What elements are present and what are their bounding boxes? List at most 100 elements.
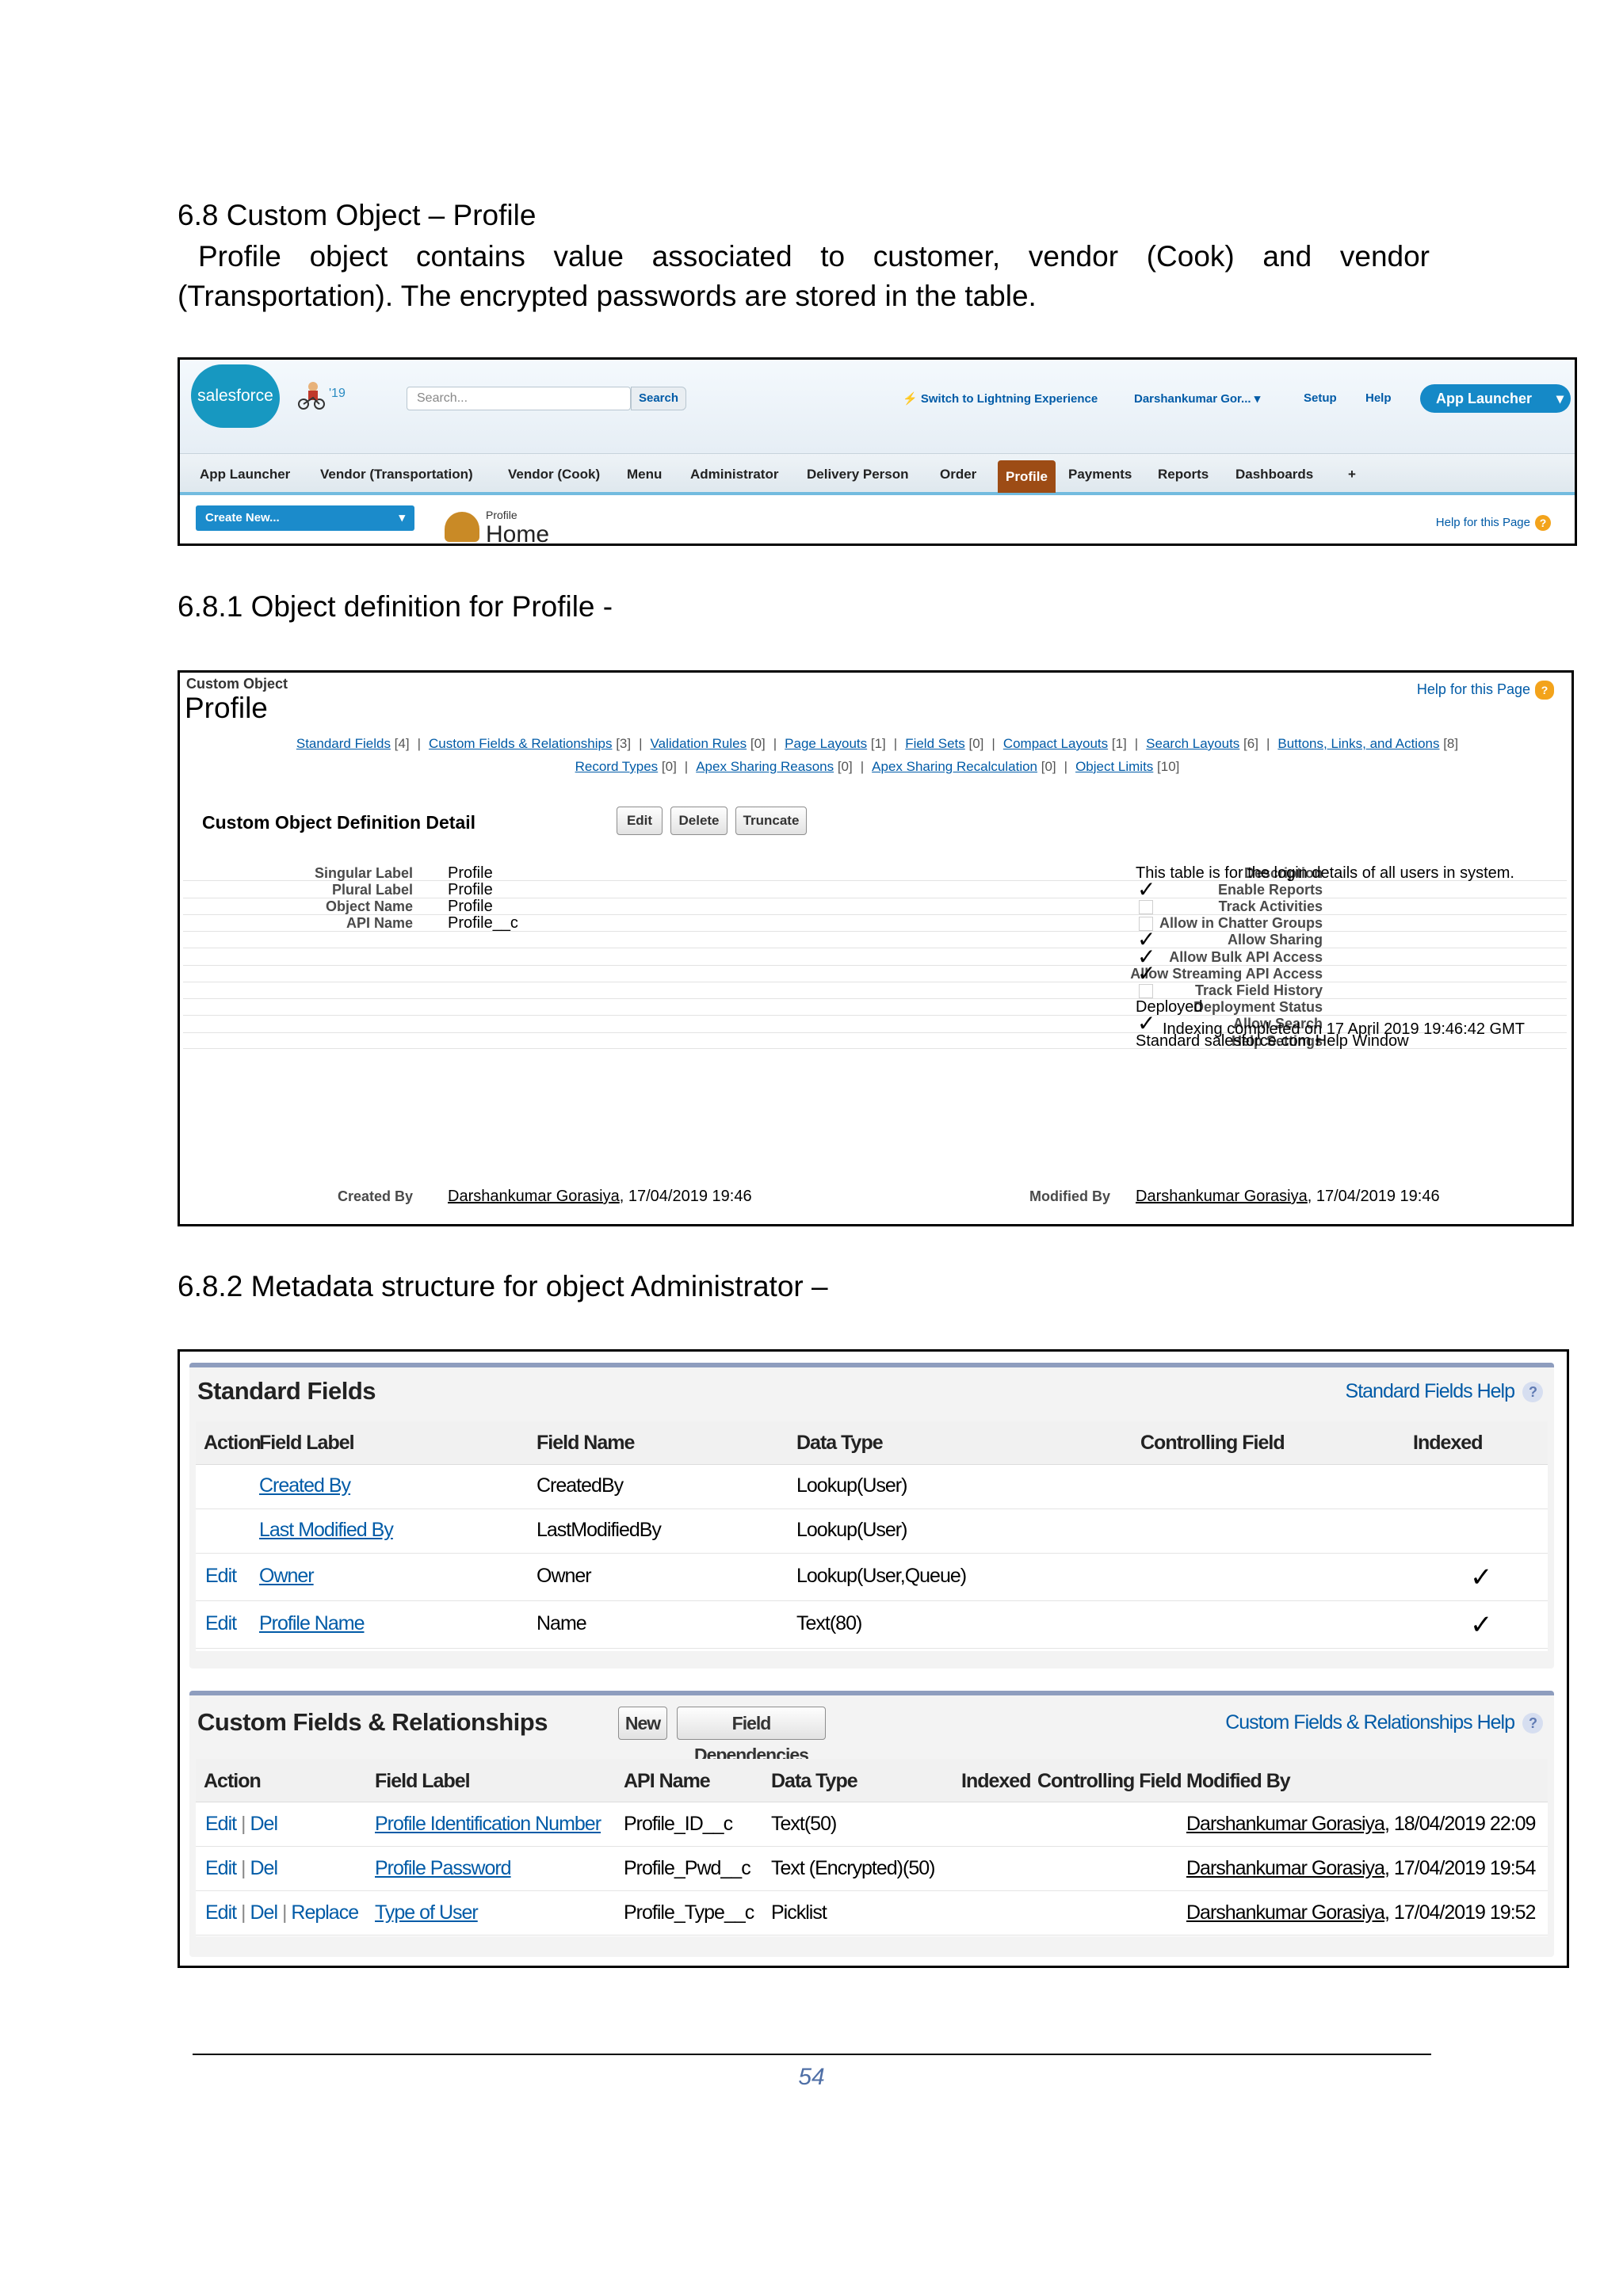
tab-bar: App Launcher Vendor (Transportation) Ven…: [180, 453, 1575, 495]
field-dependencies-button[interactable]: Field Dependencies: [677, 1707, 826, 1765]
checkmark-icon: ✓: [1137, 877, 1156, 902]
data-type: Picklist: [771, 1901, 827, 1924]
search-input[interactable]: Search...: [407, 387, 631, 410]
edit-link[interactable]: Edit: [205, 1813, 237, 1835]
tab-administrator[interactable]: Administrator: [690, 454, 778, 493]
field-value: Profile: [448, 881, 493, 898]
field-label-link[interactable]: Profile Name: [259, 1612, 365, 1635]
modified-by-label: Modified By: [1029, 1188, 1110, 1204]
data-type: Text(50): [771, 1813, 837, 1835]
related-link[interactable]: Standard Fields: [296, 736, 391, 751]
edit-link[interactable]: Edit: [205, 1565, 237, 1588]
object-definition-screenshot: Custom Object Profile Help for this Page…: [178, 670, 1574, 1226]
field-value: Profile__c: [448, 914, 518, 932]
modified-by-user-link[interactable]: Darshankumar Gorasiya: [1186, 1901, 1385, 1924]
create-new-dropdown[interactable]: Create New... ▾: [196, 505, 414, 531]
action-separator: |: [236, 1857, 250, 1879]
field-label: API Name: [346, 915, 413, 931]
standard-fields-help-link[interactable]: Standard Fields Help?: [1346, 1380, 1543, 1403]
help-for-page-link[interactable]: Help for this Page?: [1436, 515, 1551, 531]
tab-profile[interactable]: Profile: [998, 460, 1056, 493]
edit-link[interactable]: Edit: [205, 1857, 237, 1879]
tab-delivery-person[interactable]: Delivery Person: [807, 454, 909, 493]
row-actions: Edit | Del | Replace: [205, 1901, 359, 1924]
field-label-link[interactable]: Profile Identification Number: [375, 1813, 601, 1836]
related-link[interactable]: Buttons, Links, and Actions: [1277, 736, 1439, 751]
field-label-link[interactable]: Last Modified By: [259, 1519, 394, 1542]
help-for-page-link[interactable]: Help for this Page?: [1417, 681, 1554, 700]
related-link[interactable]: Object Limits: [1075, 759, 1153, 774]
link-separator: |: [1266, 736, 1270, 751]
field-label-link[interactable]: Type of User: [375, 1901, 479, 1924]
modified-by-user-link[interactable]: Darshankumar Gorasiya: [1186, 1813, 1385, 1835]
tab-menu[interactable]: Menu: [627, 454, 662, 493]
col-field-name: Field Name: [537, 1432, 635, 1454]
related-link[interactable]: Apex Sharing Recalculation: [872, 759, 1037, 774]
field-label: Singular Label: [314, 865, 413, 881]
related-link-count: [10]: [1153, 759, 1180, 774]
definition-row: [183, 1015, 1567, 1016]
user-menu[interactable]: Darshankumar Gor... ▾: [1134, 391, 1260, 406]
definition-row: [183, 998, 1567, 999]
field-label-link[interactable]: Owner: [259, 1565, 315, 1588]
new-field-button[interactable]: New: [618, 1707, 667, 1740]
table-header: Action Field Label Field Name Data Type …: [196, 1421, 1548, 1465]
related-link[interactable]: Record Types: [575, 759, 659, 774]
truncate-button[interactable]: Truncate: [735, 807, 807, 835]
related-link-count: [0]: [1037, 759, 1056, 774]
search-button[interactable]: Search: [631, 387, 686, 410]
chevron-down-icon: ▾: [1254, 392, 1261, 406]
tab-order[interactable]: Order: [940, 454, 976, 493]
salesforce-logo[interactable]: salesforce: [191, 364, 280, 428]
related-link[interactable]: Page Layouts: [785, 736, 867, 751]
tab-reports[interactable]: Reports: [1158, 454, 1209, 493]
tab-vendor-transportation[interactable]: Vendor (Transportation): [320, 454, 473, 493]
edit-link[interactable]: Edit: [205, 1612, 237, 1635]
col-data-type: Data Type: [771, 1770, 858, 1792]
tab-payments[interactable]: Payments: [1068, 454, 1132, 493]
modified-by: Darshankumar Gorasiya, 18/04/2019 22:09: [1186, 1813, 1536, 1836]
field-name: LastModifiedBy: [537, 1519, 662, 1541]
related-link-count: [3]: [612, 736, 632, 751]
modified-by-user-link[interactable]: Darshankumar Gorasiya: [1136, 1188, 1308, 1205]
data-type: Lookup(User): [796, 1474, 907, 1497]
app-launcher-button[interactable]: App Launcher ▾: [1420, 384, 1571, 413]
tab-app-launcher[interactable]: App Launcher: [200, 454, 290, 493]
field-label-link[interactable]: Profile Password: [375, 1857, 512, 1880]
modified-date: , 17/04/2019 19:52: [1384, 1901, 1537, 1924]
section-heading-6-8: 6.8 Custom Object – Profile: [178, 199, 537, 231]
field-label-link[interactable]: Created By: [259, 1474, 351, 1497]
related-link[interactable]: Field Sets: [905, 736, 965, 751]
related-link[interactable]: Search Layouts: [1146, 736, 1239, 751]
field-label: Plural Label: [331, 882, 413, 898]
del-link[interactable]: Del: [250, 1857, 278, 1879]
related-link[interactable]: Compact Layouts: [1003, 736, 1108, 751]
row-actions: Edit | Del: [205, 1813, 278, 1836]
related-link[interactable]: Apex Sharing Reasons: [696, 759, 834, 774]
paragraph-line-2: (Transportation). The encrypted password…: [178, 280, 1037, 312]
custom-fields-help-link[interactable]: Custom Fields & Relationships Help?: [1225, 1711, 1543, 1734]
detail-section-title: Custom Object Definition Detail: [202, 812, 476, 833]
delete-button[interactable]: Delete: [670, 807, 727, 835]
related-link[interactable]: Validation Rules: [651, 736, 747, 751]
table-row: Edit | Del | Replace Type of User Profile_…: [196, 1890, 1548, 1936]
setup-link[interactable]: Setup: [1304, 391, 1337, 405]
related-link-count: [6]: [1239, 736, 1258, 751]
tab-add[interactable]: +: [1348, 454, 1356, 493]
tab-vendor-cook[interactable]: Vendor (Cook): [508, 454, 600, 493]
replace-link[interactable]: Replace: [291, 1901, 359, 1924]
modified-by-user-link[interactable]: Darshankumar Gorasiya: [1186, 1857, 1385, 1879]
table-row: Edit | Del Profile Identification Number P…: [196, 1802, 1548, 1847]
del-link[interactable]: Del: [250, 1901, 278, 1924]
switch-lightning-link[interactable]: ⚡ Switch to Lightning Experience: [903, 391, 1098, 406]
edit-link[interactable]: Edit: [205, 1901, 237, 1924]
custom-fields-title: Custom Fields & Relationships: [197, 1708, 548, 1736]
edit-button[interactable]: Edit: [617, 807, 663, 835]
created-by-user-link[interactable]: Darshankumar Gorasiya: [448, 1188, 620, 1205]
standard-fields-table: Action Field Label Field Name Data Type …: [196, 1421, 1548, 1651]
del-link[interactable]: Del: [250, 1813, 278, 1835]
tab-dashboards[interactable]: Dashboards: [1235, 454, 1313, 493]
field-value: Profile: [448, 898, 493, 915]
help-link[interactable]: Help: [1365, 391, 1392, 405]
related-link[interactable]: Custom Fields & Relationships: [429, 736, 612, 751]
